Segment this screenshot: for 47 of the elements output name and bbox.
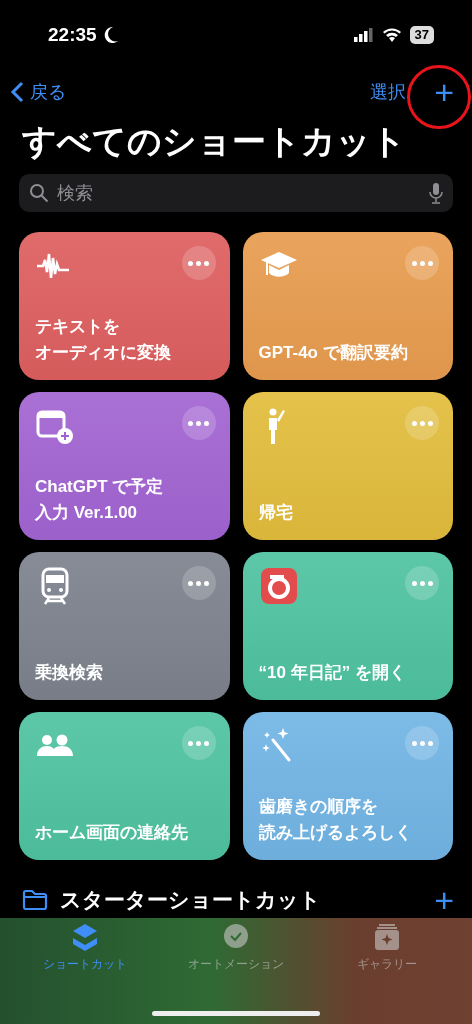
tab[interactable]: オートメーション: [171, 922, 301, 973]
shortcut-title: 歯磨きの順序を 読み上げるよろしく: [258, 796, 413, 844]
search-icon: [29, 183, 49, 203]
shortcut-card[interactable]: 乗換検索: [19, 552, 230, 700]
more-button[interactable]: [181, 566, 216, 600]
more-button[interactable]: [181, 246, 216, 280]
back-label: 戻る: [30, 81, 66, 104]
shortcut-card[interactable]: 帰宅: [242, 392, 453, 540]
folder-title: スターターショートカット: [60, 887, 321, 913]
shortcut-card[interactable]: ChatGPT で予定 入力 Ver.1.00: [19, 392, 230, 540]
shortcut-card[interactable]: 歯磨きの順序を 読み上げるよろしく: [242, 712, 453, 860]
shortcut-title: 乗換検索: [35, 662, 104, 684]
app-icon: [258, 566, 299, 606]
select-button[interactable]: 選択: [370, 80, 407, 104]
page-title: すべてのショートカット: [22, 121, 407, 162]
shortcut-title: テキストを オーディオに変換: [35, 316, 172, 364]
more-button[interactable]: [405, 726, 439, 760]
shortcut-title: ホーム画面の連絡先: [35, 822, 189, 844]
shortcut-card[interactable]: GPT-4o で翻訳要約: [242, 232, 453, 380]
more-button[interactable]: [405, 246, 439, 280]
search-input[interactable]: 検索: [55, 181, 423, 205]
shortcut-title: ChatGPT で予定 入力 Ver.1.00: [35, 476, 165, 524]
more-button[interactable]: [405, 406, 439, 440]
shortcut-title: GPT-4o で翻訳要約: [258, 342, 409, 364]
moon-icon: [102, 26, 119, 44]
tab[interactable]: ギャラリー: [321, 922, 452, 973]
battery-level: 37: [409, 26, 434, 44]
tab[interactable]: ショートカット: [20, 922, 151, 973]
microphone-icon[interactable]: [429, 182, 443, 204]
folder-icon: [22, 889, 48, 911]
highlight-circle: [407, 65, 471, 129]
more-button[interactable]: [181, 726, 216, 760]
status-time: 22:35: [48, 24, 97, 46]
shortcut-title: 帰宅: [258, 502, 294, 524]
more-button[interactable]: [405, 566, 439, 600]
shortcut-card[interactable]: テキストを オーディオに変換: [19, 232, 230, 380]
add-button[interactable]: +: [430, 75, 458, 109]
search-field[interactable]: 検索: [19, 174, 453, 212]
back-button[interactable]: 戻る: [10, 80, 66, 104]
shortcut-card[interactable]: “10 年日記” を開く: [242, 552, 453, 700]
signal-icon: [353, 28, 374, 42]
chevron-left-icon: [10, 81, 24, 103]
shortcut-card[interactable]: ホーム画面の連絡先: [19, 712, 230, 860]
wifi-icon: [381, 28, 402, 42]
add-button[interactable]: +: [430, 883, 458, 917]
more-button[interactable]: [181, 406, 216, 440]
shortcut-title: “10 年日記” を開く: [258, 662, 407, 684]
